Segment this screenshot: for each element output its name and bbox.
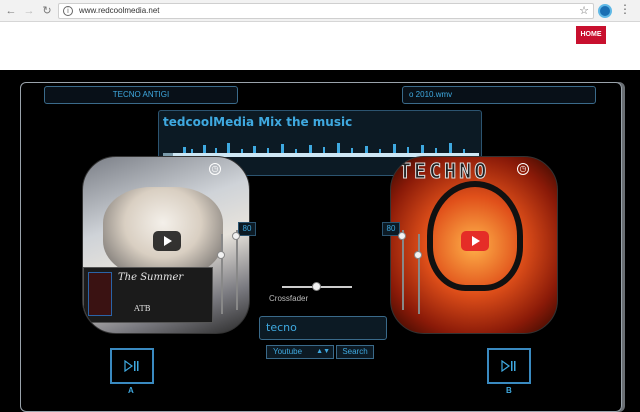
cover-emblem: [88, 272, 112, 316]
menu-icon[interactable]: ⋮: [619, 2, 631, 16]
deck-a-play-pause-button[interactable]: [110, 348, 154, 384]
deck-a-title: TECNO ANTIGI: [44, 86, 238, 104]
deck-a-pitch-knob[interactable]: [232, 232, 240, 240]
album-cover: The Summer ATB: [83, 267, 213, 323]
source-select-value: Youtube: [273, 347, 303, 356]
crossfader-knob[interactable]: [312, 282, 321, 291]
source-select[interactable]: Youtube ▲▼: [266, 345, 334, 359]
deck-b-volume-track[interactable]: [418, 234, 420, 314]
back-icon[interactable]: ←: [4, 4, 18, 18]
banner-title: tedcoolMedia Mix the music: [163, 115, 353, 129]
search-input[interactable]: tecno: [259, 316, 387, 340]
cover-title: The Summer: [118, 272, 184, 283]
deck-a-volume-track[interactable]: [221, 234, 223, 314]
deck-a-volume-knob[interactable]: [217, 251, 225, 259]
deck-b-play-pause-button[interactable]: [487, 348, 531, 384]
bookmark-star-icon[interactable]: ☆: [579, 4, 589, 17]
play-pause-icon: [124, 360, 139, 372]
watch-later-icon[interactable]: ◷: [209, 163, 221, 175]
extension-icon[interactable]: [598, 4, 612, 18]
deck-b-video[interactable]: TECHNO ◷: [390, 156, 558, 334]
address-bar[interactable]: i www.redcoolmedia.net ☆: [58, 3, 594, 19]
cover-artist: ATB: [134, 304, 151, 313]
deck-a-pitch-track[interactable]: [236, 230, 238, 310]
deck-b-label: B: [506, 386, 512, 395]
deck-a-label: A: [128, 386, 134, 395]
play-pause-icon: [501, 360, 516, 372]
select-caret-icon: ▲▼: [316, 348, 330, 355]
browser-toolbar: ← → ↻ i www.redcoolmedia.net ☆ ⋮: [0, 0, 640, 22]
deck-b-title: o 2010.wmv: [402, 86, 596, 104]
techno-art-text: TECHNO: [398, 159, 490, 184]
page-header: HOME: [0, 22, 640, 70]
deck-b-pitch-track[interactable]: [402, 230, 404, 310]
deck-b-volume-knob[interactable]: [414, 251, 422, 259]
dj-mixer: TECNO ANTIGI o 2010.wmv tedcoolMedia Mix…: [0, 70, 640, 412]
play-video-icon[interactable]: [153, 231, 181, 251]
home-button[interactable]: HOME: [576, 26, 606, 44]
watch-later-icon[interactable]: ◷: [517, 163, 529, 175]
deck-a-video[interactable]: The Summer ATB ◷: [82, 156, 250, 334]
search-button[interactable]: Search: [336, 345, 374, 359]
deck-a-volume-label: 80: [238, 222, 256, 236]
play-video-icon[interactable]: [461, 231, 489, 251]
crossfader-label: Crossfader: [269, 294, 309, 303]
forward-icon[interactable]: →: [22, 4, 36, 18]
info-icon[interactable]: i: [63, 6, 73, 16]
deck-b-pitch-knob[interactable]: [398, 232, 406, 240]
reload-icon[interactable]: ↻: [40, 4, 54, 18]
url-text: www.redcoolmedia.net: [79, 6, 160, 15]
